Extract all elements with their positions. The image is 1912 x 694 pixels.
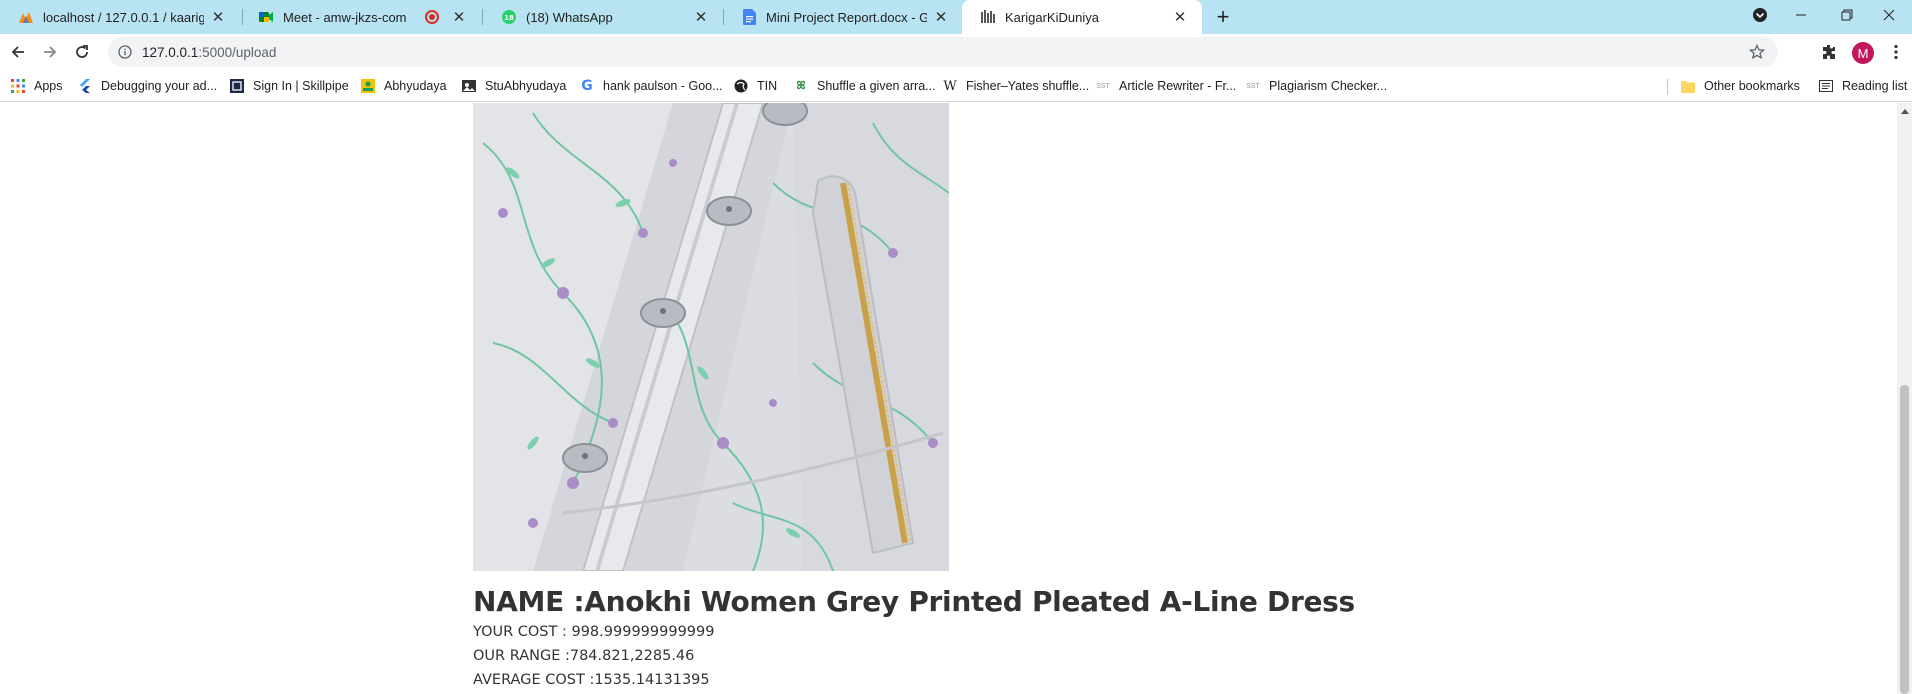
- geeksforgeeks-icon: ꕤ: [796, 79, 806, 92]
- reading-list-button[interactable]: Reading list: [1818, 76, 1907, 96]
- tab-title: Mini Project Report.docx - Google Docs: [766, 9, 927, 25]
- forward-button[interactable]: [36, 38, 64, 66]
- bookmark-label: Debugging your ad...: [101, 79, 218, 93]
- bookmark-plagiarism-checker[interactable]: SST Plagiarism Checker...: [1245, 76, 1387, 96]
- close-icon[interactable]: ✕: [1170, 7, 1190, 27]
- skillpipe-icon: [229, 78, 245, 94]
- bookmark-abhyudaya[interactable]: Abhyudaya: [360, 76, 447, 96]
- bookmark-label: Article Rewriter - Fr...: [1119, 79, 1237, 93]
- tab-title: (18) WhatsApp: [526, 9, 613, 25]
- google-icon: G: [581, 78, 593, 94]
- bookmark-fisher-yates[interactable]: W Fisher–Yates shuffle...: [942, 76, 1089, 96]
- product-image: [473, 103, 949, 571]
- phpmyadmin-icon: [18, 9, 34, 25]
- wikipedia-icon: W: [943, 78, 957, 94]
- menu-kebab-icon[interactable]: [1884, 40, 1908, 64]
- tab-strip: localhost / 127.0.0.1 / kaarigarkiduniya…: [0, 0, 1912, 34]
- bookmark-label: Apps: [34, 79, 63, 93]
- extensions-icon[interactable]: [1817, 40, 1841, 64]
- bookmark-label: TIN: [757, 79, 778, 93]
- tab-whatsapp[interactable]: 18 (18) WhatsApp ✕: [483, 0, 723, 34]
- bookmark-label: Sign In | Skillpipe: [253, 79, 349, 93]
- bookmark-label: StuAbhyudaya: [485, 79, 567, 93]
- restore-button[interactable]: [1824, 0, 1870, 30]
- profile-avatar[interactable]: M: [1852, 42, 1874, 64]
- google-docs-icon: [741, 9, 757, 25]
- site-info-icon[interactable]: [117, 44, 133, 60]
- bookmark-article-rewriter[interactable]: SST Article Rewriter - Fr...: [1095, 76, 1236, 96]
- tab-search-icon[interactable]: [1737, 0, 1783, 30]
- abhyudaya-icon: [360, 78, 376, 94]
- recording-icon: [425, 10, 439, 24]
- close-icon[interactable]: ✕: [208, 7, 228, 27]
- bookmark-label: Abhyudaya: [384, 79, 447, 93]
- bookmark-star-icon[interactable]: [1748, 43, 1766, 61]
- bookmark-label: Plagiarism Checker...: [1269, 79, 1388, 93]
- bookmarks-bar: Apps Debugging your ad... Sign In | Skil…: [0, 70, 1912, 102]
- whatsapp-icon: 18: [501, 9, 517, 25]
- apps-grid-icon: [10, 78, 26, 94]
- tab-title: localhost / 127.0.0.1 / kaarigarkiduniya: [43, 9, 204, 25]
- close-icon[interactable]: ✕: [931, 7, 951, 27]
- tab-google-docs[interactable]: Mini Project Report.docx - Google Docs ✕: [723, 0, 963, 34]
- bookmark-tin[interactable]: TIN: [733, 76, 777, 96]
- sst-icon: SST: [1246, 82, 1260, 90]
- bookmark-debugging[interactable]: Debugging your ad...: [77, 76, 217, 96]
- bookmark-other[interactable]: Other bookmarks: [1680, 76, 1800, 96]
- bookmark-label: Shuffle a given arra...: [817, 79, 936, 93]
- bookmark-label: Fisher–Yates shuffle...: [966, 79, 1090, 93]
- back-button[interactable]: [4, 38, 32, 66]
- bookmark-label: Other bookmarks: [1704, 79, 1800, 93]
- bookmarks-divider: [1667, 79, 1668, 95]
- close-window-button[interactable]: [1866, 0, 1912, 30]
- scroll-up-arrow-icon[interactable]: [1897, 103, 1912, 118]
- browser-window: localhost / 127.0.0.1 / kaarigarkiduniya…: [0, 0, 1912, 694]
- page-content: NAME :Anokhi Women Grey Printed Pleated …: [0, 103, 1897, 694]
- minimize-button[interactable]: [1778, 0, 1824, 30]
- flutter-icon: [77, 78, 93, 94]
- product-your-cost: YOUR COST : 998.999999999999: [473, 624, 715, 640]
- tab-meet[interactable]: Meet - amw-jkzs-com ✕: [240, 0, 483, 34]
- reload-button[interactable]: [68, 38, 96, 66]
- product-average-cost: AVERAGE COST :1535.14131395: [473, 672, 710, 688]
- close-icon[interactable]: ✕: [449, 7, 469, 27]
- tab-phpmyadmin[interactable]: localhost / 127.0.0.1 / kaarigarkiduniya…: [0, 0, 240, 34]
- globe-icon: [733, 78, 749, 94]
- tab-title: Meet - amw-jkzs-com: [283, 9, 407, 25]
- browser-toolbar: 127.0.0.1:5000/upload M: [0, 34, 1912, 70]
- tab-title: KarigarKiDuniya: [1005, 9, 1099, 25]
- bookmark-stuabhyudaya[interactable]: StuAbhyudaya: [461, 76, 566, 96]
- scrollbar-thumb[interactable]: [1900, 385, 1909, 694]
- bookmark-skillpipe[interactable]: Sign In | Skillpipe: [229, 76, 349, 96]
- address-bar[interactable]: 127.0.0.1:5000/upload: [108, 37, 1778, 67]
- new-tab-button[interactable]: +: [1211, 4, 1235, 29]
- url-path: :5000/upload: [198, 44, 277, 60]
- folder-icon: [1680, 78, 1696, 94]
- product-our-range: OUR RANGE :784.821,2285.46: [473, 648, 695, 664]
- url-host: 127.0.0.1: [142, 44, 199, 60]
- google-meet-icon: [258, 9, 274, 25]
- site-icon: [980, 9, 996, 25]
- stuabhyudaya-icon: [461, 78, 477, 94]
- bookmark-shuffle-array[interactable]: ꕤ Shuffle a given arra...: [793, 76, 936, 96]
- reading-list-icon: [1818, 78, 1834, 94]
- product-name: NAME :Anokhi Women Grey Printed Pleated …: [473, 585, 1355, 618]
- close-icon[interactable]: ✕: [691, 7, 711, 27]
- bookmark-label: Reading list: [1842, 79, 1908, 93]
- bookmark-label: hank paulson - Goo...: [603, 79, 723, 93]
- url-text[interactable]: 127.0.0.1:5000/upload: [142, 45, 276, 60]
- bookmark-apps[interactable]: Apps: [10, 76, 63, 96]
- bookmark-hank-paulson[interactable]: G hank paulson - Goo...: [579, 76, 723, 96]
- page-scrollbar[interactable]: [1897, 103, 1912, 694]
- svg-text:18: 18: [504, 14, 514, 22]
- tab-karigarkiduniya[interactable]: KarigarKiDuniya ✕: [962, 0, 1202, 34]
- sst-icon: SST: [1096, 82, 1110, 90]
